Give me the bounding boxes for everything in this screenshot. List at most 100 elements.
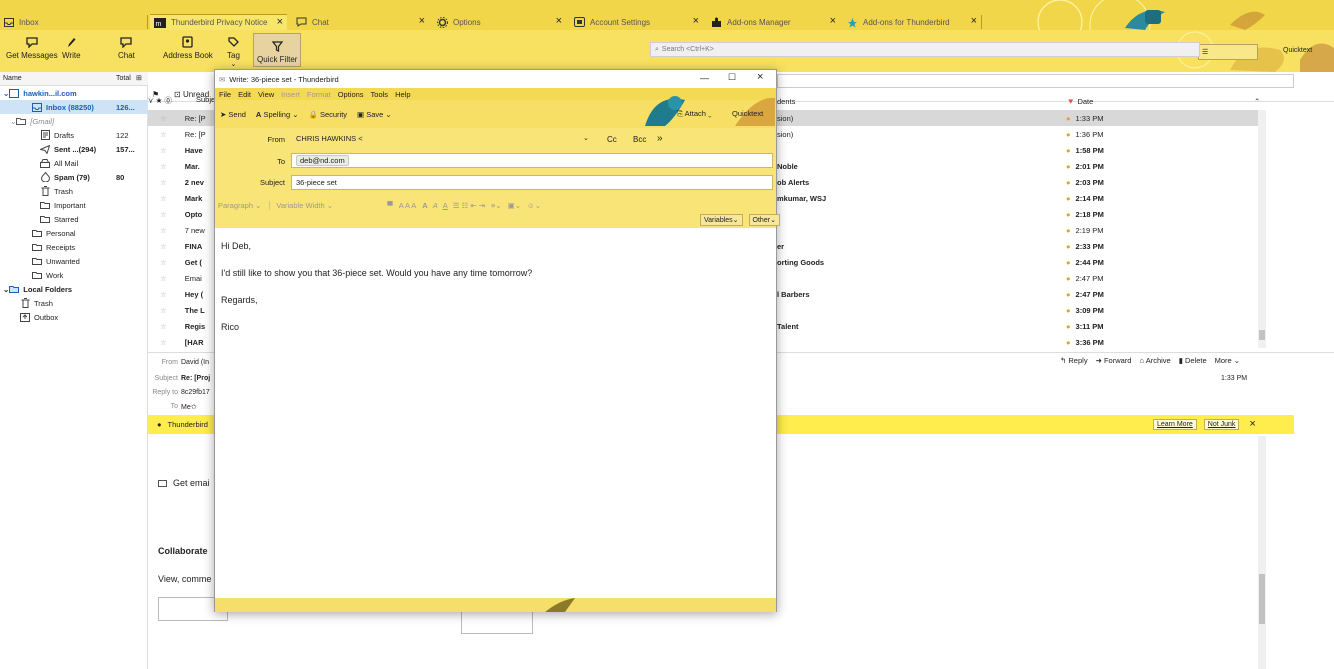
not-junk-button[interactable]: Not Junk — [1203, 418, 1240, 430]
checkbox-icon[interactable] — [158, 479, 167, 487]
folder-unwanted[interactable]: Unwanted — [0, 254, 148, 268]
underline-icon[interactable]: A — [443, 201, 448, 210]
tag-button[interactable]: Tag ⌄ — [227, 32, 240, 68]
list-icons[interactable]: ☰ ☷ ⇤ ⇥ — [453, 201, 485, 210]
tab-account-settings[interactable]: Account Settings × — [570, 14, 703, 30]
table-row[interactable]: ☆ The L — [148, 302, 214, 318]
cc-button[interactable]: Cc — [607, 135, 617, 144]
write-button[interactable]: Write — [62, 32, 81, 60]
table-row-right[interactable]: orting Goods — [777, 254, 1057, 270]
folder-trash[interactable]: Trash — [0, 184, 148, 198]
close-window-button[interactable]: × — [757, 71, 763, 83]
table-row-right[interactable]: Talent — [777, 318, 1057, 334]
attach-button[interactable]: ⎘ Attach ⌄ — [677, 109, 712, 119]
quick-filter-input[interactable] — [777, 74, 1294, 88]
table-row[interactable]: ☆ Hey ( — [148, 286, 214, 302]
table-row[interactable]: ☆ Re: [P — [148, 110, 214, 126]
folder-inbox[interactable]: Inbox (88250) 126... — [0, 100, 148, 114]
folder-local-folders[interactable]: ⌄ Local Folders — [0, 282, 148, 296]
minimize-button[interactable]: — — [700, 73, 709, 83]
folder-outbox[interactable]: Outbox — [0, 310, 148, 324]
folder-spam[interactable]: Spam (79) 80 — [0, 170, 148, 184]
send-button[interactable]: ➤ Send — [220, 110, 246, 119]
other-button[interactable]: Other⌄ — [748, 214, 780, 226]
table-row-right[interactable]: l Barbers — [777, 286, 1057, 302]
tab-options[interactable]: Options × — [433, 14, 566, 30]
chevron-down-icon[interactable]: ⌄ — [583, 134, 589, 142]
reply-button[interactable]: ↰ Reply — [1060, 356, 1088, 369]
table-row[interactable]: ☆ Opto — [148, 206, 214, 222]
table-row[interactable]: ☆ 2 nev — [148, 174, 214, 190]
quick-filter-button[interactable]: Quick Filter — [253, 33, 302, 67]
column-picker-icon[interactable]: ⊞ — [136, 74, 142, 82]
tab-chat[interactable]: Chat × — [292, 14, 429, 30]
get-messages-button[interactable]: Get Messages — [6, 32, 58, 60]
emoji-icon[interactable]: ☺⌄ — [527, 201, 541, 210]
folder-drafts[interactable]: Drafts 122 — [0, 128, 148, 142]
table-row[interactable]: ☆ FINA — [148, 238, 214, 254]
body-scrollbar[interactable] — [1258, 436, 1266, 669]
table-row[interactable]: ☆ 7 new — [148, 222, 214, 238]
chat-button[interactable]: Chat — [118, 32, 135, 60]
table-row-right[interactable]: sion) — [777, 126, 1057, 142]
preview-input-box[interactable] — [461, 610, 533, 634]
tab-addons-for-thunderbird[interactable]: Add-ons for Thunderbird × — [843, 14, 981, 30]
close-icon[interactable]: × — [971, 15, 977, 27]
menu-insert[interactable]: Insert — [281, 90, 300, 99]
table-row[interactable]: ☆ Get ( — [148, 254, 214, 270]
table-row-right[interactable]: Noble — [777, 158, 1057, 174]
tab-addons-manager[interactable]: Add-ons Manager × — [707, 14, 840, 30]
table-row[interactable]: ☆ Mark — [148, 190, 214, 206]
insert-icon[interactable]: ▣⌄ — [508, 201, 521, 210]
more-fields-icon[interactable]: » — [657, 133, 663, 144]
quicktext-button[interactable]: ☰ — [1198, 44, 1258, 60]
bold-icon[interactable]: A — [422, 201, 427, 210]
font-select[interactable]: Variable Width ⌄ — [269, 200, 379, 210]
folder-starred[interactable]: Starred — [0, 212, 148, 226]
security-button[interactable]: 🔒 Security — [309, 110, 348, 119]
folder-important[interactable]: Important — [0, 198, 148, 212]
folder-receipts[interactable]: Receipts — [0, 240, 148, 254]
forward-button[interactable]: ➜ Forward — [1096, 356, 1132, 369]
font-size-icons[interactable]: A A A — [399, 201, 417, 210]
date-column-header[interactable]: 🔻 Date — [1066, 97, 1093, 106]
search-input[interactable]: ⌕ Search <Ctrl+K> — [650, 42, 1200, 57]
folder-local-trash[interactable]: Trash — [0, 296, 148, 310]
table-row[interactable]: ☆ Emai — [148, 270, 214, 286]
close-icon[interactable]: × — [419, 15, 425, 27]
folder-account[interactable]: ⌄ hawkin...il.com — [0, 86, 148, 100]
bcc-button[interactable]: Bcc — [633, 135, 646, 144]
menu-options[interactable]: Options — [338, 90, 364, 99]
subject-column-header[interactable]: Subje — [196, 95, 215, 104]
spelling-button[interactable]: A Spelling ⌄ — [256, 110, 299, 119]
from-field[interactable]: CHRIS HAWKINS < — [291, 131, 593, 146]
delete-button[interactable]: ▮ Delete — [1179, 356, 1207, 369]
quicktext-button[interactable]: Quicktext — [732, 109, 763, 118]
table-row[interactable]: ☆ Have — [148, 142, 214, 158]
menu-format[interactable]: Format — [307, 90, 331, 99]
tab-privacy-notice[interactable]: m Thunderbird Privacy Notice × — [150, 14, 287, 30]
text-color-icon[interactable]: ▀ — [387, 201, 392, 210]
menu-file[interactable]: File — [219, 90, 231, 99]
maximize-button[interactable]: ☐ — [728, 72, 736, 83]
tab-inbox[interactable]: Inbox — [0, 14, 145, 30]
folder-all-mail[interactable]: All Mail — [0, 156, 148, 170]
table-row-right[interactable]: ob Alerts — [777, 174, 1057, 190]
table-row[interactable]: ☆ Re: [P — [148, 126, 214, 142]
subject-field[interactable]: 36-piece set — [291, 175, 773, 190]
menu-edit[interactable]: Edit — [238, 90, 251, 99]
thread-scrollbar[interactable] — [1258, 110, 1266, 348]
paragraph-select[interactable]: Paragraph ⌄ — [218, 201, 261, 210]
compose-body[interactable]: Hi Deb, I'd still like to show you that … — [215, 228, 776, 598]
archive-button[interactable]: ⌂ Archive — [1139, 356, 1170, 369]
folder-sent[interactable]: Sent ...(294) 157... — [0, 142, 148, 156]
variables-button[interactable]: Variables⌄ — [700, 214, 743, 226]
align-icon[interactable]: ≡⌄ — [491, 201, 502, 210]
folder-work[interactable]: Work — [0, 268, 148, 282]
close-icon[interactable]: × — [693, 15, 699, 27]
menu-view[interactable]: View — [258, 90, 274, 99]
recipient-pill[interactable]: deb@nd.com — [296, 155, 349, 166]
to-field[interactable]: deb@nd.com — [291, 153, 773, 168]
menu-tools[interactable]: Tools — [371, 90, 389, 99]
table-row[interactable]: ☆ Regis — [148, 318, 214, 334]
